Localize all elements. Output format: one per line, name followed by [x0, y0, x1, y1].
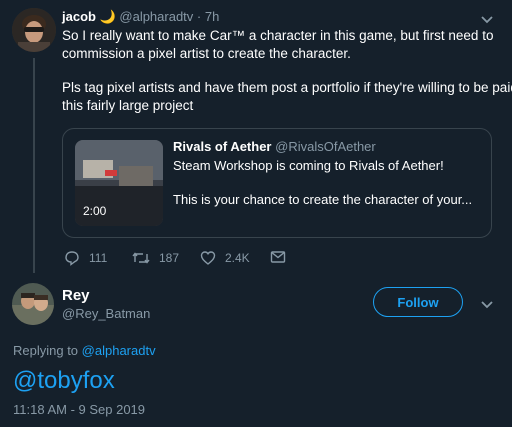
- avatar-rey[interactable]: [12, 283, 54, 325]
- card-text-2: This is your chance to create the charac…: [173, 192, 473, 207]
- tweet-text-3: Pls tag pixel artists and have them post…: [62, 80, 512, 95]
- tweet-text-1: So I really want to make Car™ a characte…: [62, 28, 494, 43]
- reply-handle[interactable]: @Rey_Batman: [62, 306, 150, 321]
- reply-icon: [65, 251, 79, 266]
- retweet-action[interactable]: 187: [132, 250, 179, 266]
- retweet-count: 187: [159, 251, 180, 265]
- chevron-down-icon: [481, 301, 493, 309]
- reply-menu-chevron[interactable]: [480, 297, 494, 315]
- display-name[interactable]: jacob 🌙: [62, 9, 116, 24]
- card-author-name: Rivals of Aether: [173, 139, 272, 154]
- replying-handle-link[interactable]: @alpharadtv: [82, 343, 156, 358]
- card-author-handle: @RivalsOfAether: [275, 139, 376, 154]
- video-thumbnail[interactable]: 2:00: [75, 140, 163, 226]
- card-header: Rivals of Aether @RivalsOfAether: [173, 139, 376, 154]
- like-action[interactable]: 2.4K: [200, 250, 250, 266]
- separator: ·: [196, 9, 202, 24]
- follow-button[interactable]: Follow: [373, 287, 463, 317]
- quoted-tweet-card[interactable]: 2:00 Rivals of Aether @RivalsOfAether St…: [62, 128, 492, 238]
- tweet-header: jacob 🌙 @alpharadtv · 7h: [62, 9, 219, 25]
- dm-icon: [270, 251, 286, 263]
- like-icon: [200, 251, 216, 265]
- reply-display-name[interactable]: Rey: [62, 287, 90, 304]
- reply-count: 111: [89, 251, 108, 265]
- dm-action[interactable]: [270, 250, 286, 264]
- reply-timestamp[interactable]: 11:18 AM - 9 Sep 2019: [13, 402, 145, 417]
- tweet-text-2: commission a pixel artist to create the …: [62, 46, 351, 61]
- video-duration: 2:00: [83, 204, 107, 218]
- handle[interactable]: @alpharadtv: [119, 9, 193, 24]
- replying-prefix: Replying to: [13, 343, 79, 358]
- thread-line: [33, 58, 35, 273]
- replying-to: Replying to @alpharadtv: [13, 343, 156, 358]
- tweet-text-4: this fairly large project: [62, 98, 194, 113]
- like-count: 2.4K: [225, 251, 250, 265]
- reply-text-mention[interactable]: @tobyfox: [13, 366, 115, 396]
- avatar-jacob[interactable]: [12, 8, 56, 52]
- retweet-icon: [132, 252, 150, 264]
- chevron-down-icon: [481, 16, 493, 24]
- tweet-time[interactable]: 7h: [205, 9, 219, 24]
- reply-action[interactable]: 111: [64, 250, 107, 266]
- card-text-1: Steam Workshop is coming to Rivals of Ae…: [173, 158, 444, 173]
